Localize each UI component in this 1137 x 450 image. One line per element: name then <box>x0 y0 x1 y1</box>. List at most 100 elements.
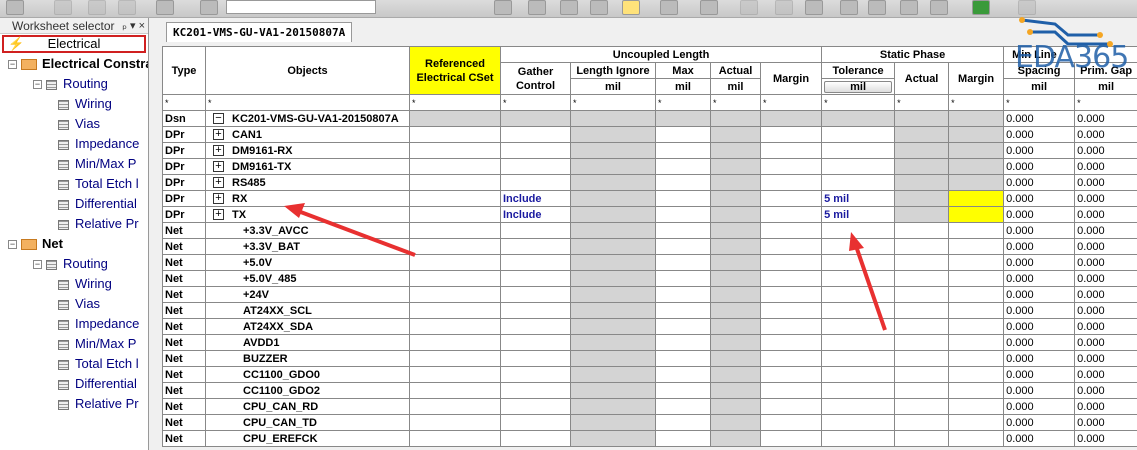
filter-cell[interactable]: * <box>710 94 761 111</box>
cell[interactable] <box>821 430 896 447</box>
cell[interactable] <box>710 366 761 383</box>
table-row[interactable]: Net AT24XX_SDA 0.000 0.000 <box>162 318 1137 335</box>
cell[interactable] <box>759 302 823 319</box>
cell[interactable] <box>500 382 571 399</box>
cell[interactable] <box>500 414 571 431</box>
prim-gap-cell[interactable]: 0.000 <box>1074 366 1137 383</box>
collapse-icon[interactable]: − <box>33 80 42 90</box>
spacing-cell[interactable]: 0.000 <box>1003 382 1076 399</box>
cell[interactable] <box>821 270 896 287</box>
cell[interactable] <box>759 174 823 191</box>
tool-button[interactable] <box>775 0 793 15</box>
tree-item[interactable]: Min/Max P <box>0 334 148 354</box>
cell[interactable] <box>894 382 950 399</box>
cell[interactable] <box>570 206 656 223</box>
spacing-cell[interactable]: 0.000 <box>1003 110 1076 127</box>
spacing-cell[interactable]: 0.000 <box>1003 398 1076 415</box>
tree-item[interactable]: Wiring <box>0 274 148 294</box>
tree-item[interactable]: Differential <box>0 374 148 394</box>
cell[interactable] <box>570 318 656 335</box>
cell[interactable] <box>710 430 761 447</box>
cell[interactable] <box>570 126 656 143</box>
cell[interactable] <box>500 398 571 415</box>
cell[interactable] <box>759 238 823 255</box>
header-objects[interactable]: Objects <box>205 46 410 95</box>
object-cell[interactable]: + TX <box>205 206 410 223</box>
cell[interactable] <box>710 126 761 143</box>
delete-button[interactable] <box>805 0 823 15</box>
cell[interactable] <box>655 286 711 303</box>
cell[interactable] <box>710 110 761 127</box>
cell[interactable] <box>500 318 571 335</box>
cell[interactable] <box>948 286 1005 303</box>
cell[interactable] <box>409 350 501 367</box>
object-cell[interactable]: CC1100_GDO0 <box>205 366 410 383</box>
cell[interactable] <box>894 158 950 175</box>
spacing-cell[interactable]: 0.000 <box>1003 254 1076 271</box>
expand-icon[interactable]: + <box>213 145 224 157</box>
prim-gap-cell[interactable]: 0.000 <box>1074 430 1137 447</box>
cell[interactable] <box>655 366 711 383</box>
cell[interactable] <box>821 398 896 415</box>
cell[interactable] <box>500 430 571 447</box>
cell[interactable] <box>710 190 761 207</box>
cell[interactable] <box>500 334 571 351</box>
prim-gap-cell[interactable]: 0.000 <box>1074 142 1137 159</box>
object-cell[interactable]: +5.0V <box>205 254 410 271</box>
tool-button[interactable] <box>930 0 948 15</box>
tolerance-unit-button[interactable]: mil <box>824 80 893 93</box>
cell[interactable] <box>894 174 950 191</box>
cell[interactable] <box>655 126 711 143</box>
tolerance-cell[interactable] <box>821 158 896 175</box>
filter-cell[interactable]: * <box>1003 94 1076 111</box>
cell[interactable] <box>821 366 896 383</box>
spacing-cell[interactable]: 0.000 <box>1003 206 1076 223</box>
cell[interactable] <box>500 254 571 271</box>
cell[interactable] <box>894 270 950 287</box>
cell[interactable] <box>500 286 571 303</box>
cell[interactable] <box>570 366 656 383</box>
cell[interactable] <box>821 238 896 255</box>
table-row[interactable]: Net CC1100_GDO2 0.000 0.000 <box>162 382 1137 399</box>
object-cell[interactable]: − KC201-VMS-GU-VA1-20150807A <box>205 110 410 127</box>
tree-item[interactable]: Vias <box>0 294 148 314</box>
cell[interactable] <box>500 366 571 383</box>
object-button[interactable] <box>200 0 218 15</box>
cell[interactable] <box>409 334 501 351</box>
cell[interactable] <box>948 142 1005 159</box>
gather-control-cell[interactable]: Include <box>500 190 571 207</box>
cell[interactable] <box>948 206 1005 223</box>
object-cell[interactable]: CPU_CAN_RD <box>205 398 410 415</box>
collapse-icon[interactable]: − <box>213 113 224 125</box>
cell[interactable] <box>948 430 1005 447</box>
tab-design[interactable]: KC201-VMS-GU-VA1-20150807A <box>166 22 353 42</box>
expand-icon[interactable]: + <box>213 161 224 173</box>
cell[interactable] <box>948 126 1005 143</box>
header-actual[interactable]: Actual <box>710 62 761 79</box>
cell[interactable] <box>948 254 1005 271</box>
prim-gap-cell[interactable]: 0.000 <box>1074 254 1137 271</box>
cell[interactable] <box>759 254 823 271</box>
cell[interactable] <box>570 286 656 303</box>
prim-gap-cell[interactable]: 0.000 <box>1074 286 1137 303</box>
cell[interactable] <box>894 190 950 207</box>
cell[interactable] <box>759 366 823 383</box>
spacing-cell[interactable]: 0.000 <box>1003 238 1076 255</box>
cell[interactable] <box>759 430 823 447</box>
cell[interactable] <box>570 158 656 175</box>
view-button[interactable] <box>590 0 608 15</box>
spacing-cell[interactable]: 0.000 <box>1003 142 1076 159</box>
cell[interactable] <box>655 158 711 175</box>
cell[interactable] <box>500 222 571 239</box>
cell[interactable] <box>710 222 761 239</box>
object-cell[interactable]: AT24XX_SCL <box>205 302 410 319</box>
highlight-button[interactable] <box>622 0 640 15</box>
cell[interactable] <box>655 350 711 367</box>
filter-cell[interactable]: * <box>205 94 410 111</box>
cell[interactable] <box>570 110 656 127</box>
object-cell[interactable]: CPU_CAN_TD <box>205 414 410 431</box>
cell[interactable] <box>570 350 656 367</box>
prim-gap-cell[interactable]: 0.000 <box>1074 126 1137 143</box>
prim-gap-cell[interactable]: 0.000 <box>1074 334 1137 351</box>
prim-gap-cell[interactable]: 0.000 <box>1074 206 1137 223</box>
